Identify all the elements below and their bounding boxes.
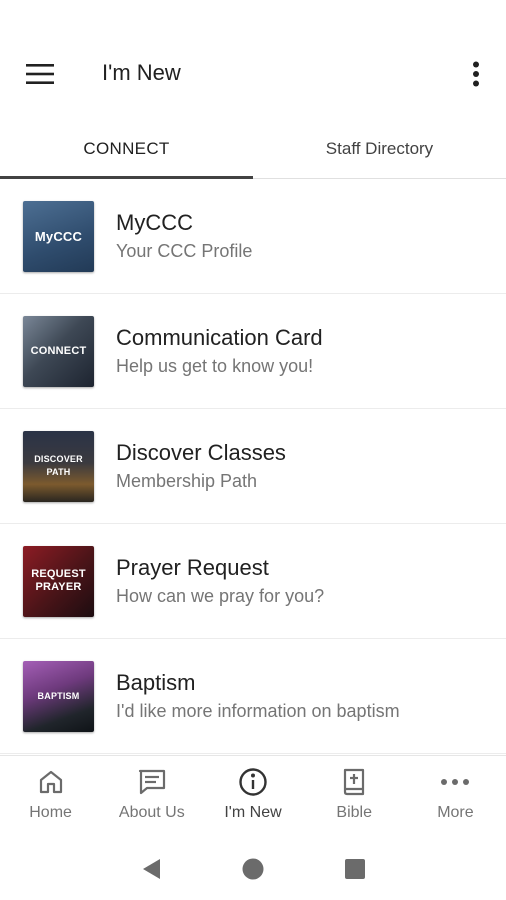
list-item-myccc[interactable]: MyCCC MyCCC Your CCC Profile bbox=[0, 179, 506, 294]
connect-thumbnail: CONNECT bbox=[23, 315, 94, 387]
list-item-subtitle: Your CCC Profile bbox=[116, 241, 253, 261]
screen: I'm New CONNECT Staff Directory MyCCC My… bbox=[0, 0, 506, 900]
list-item-communication-card[interactable]: CONNECT Communication Card Help us get t… bbox=[0, 294, 506, 409]
nav-label: About Us bbox=[118, 804, 185, 821]
system-home-button[interactable] bbox=[238, 854, 268, 884]
home-circle-icon bbox=[242, 858, 264, 879]
page-title: I'm New bbox=[102, 60, 181, 85]
message-square-icon bbox=[138, 769, 165, 795]
list-item-subtitle: How can we pray for you? bbox=[116, 586, 325, 606]
bottom-navigation: Home About Us I'm New Bible More bbox=[0, 755, 506, 837]
list-item-subtitle: Help us get to know you! bbox=[116, 356, 314, 376]
myccc-thumbnail: MyCCC bbox=[23, 200, 94, 272]
overflow-menu-button[interactable] bbox=[458, 54, 494, 94]
system-back-button[interactable] bbox=[136, 854, 166, 884]
list-item-baptism[interactable]: BAPTISM Baptism I'd like more informatio… bbox=[0, 639, 506, 754]
tab-connect[interactable]: CONNECT bbox=[0, 120, 253, 179]
list-item-subtitle: Membership Path bbox=[116, 471, 258, 491]
nav-home[interactable]: Home bbox=[0, 756, 101, 837]
nav-more[interactable]: More bbox=[405, 756, 506, 837]
back-triangle-icon bbox=[143, 858, 160, 879]
nav-about-us[interactable]: About Us bbox=[101, 756, 202, 837]
baptism-thumbnail: BAPTISM bbox=[23, 660, 94, 732]
app-bar: I'm New bbox=[0, 0, 506, 120]
prayer-request-thumbnail: REQUEST PRAYER bbox=[23, 545, 94, 617]
nav-label: Bible bbox=[336, 804, 372, 821]
connect-list: MyCCC MyCCC Your CCC Profile CONNECT Com… bbox=[0, 179, 506, 754]
tab-bar: CONNECT Staff Directory bbox=[0, 120, 506, 179]
nav-im-new[interactable]: I'm New bbox=[202, 756, 303, 837]
discover-path-thumbnail: DISCOVER PATH bbox=[23, 430, 94, 502]
list-item-title: MyCCC bbox=[116, 210, 193, 235]
system-navigation-bar bbox=[0, 837, 506, 900]
more-vertical-icon bbox=[473, 61, 479, 87]
list-item-discover-classes[interactable]: DISCOVER PATH Discover Classes Membershi… bbox=[0, 409, 506, 524]
nav-bible[interactable]: Bible bbox=[304, 756, 405, 837]
recents-square-icon bbox=[345, 858, 365, 879]
hamburger-menu-icon bbox=[26, 64, 54, 84]
nav-label: More bbox=[437, 804, 474, 821]
list-item-subtitle: I'd like more information on baptism bbox=[116, 701, 400, 721]
list-item-title: Baptism bbox=[116, 670, 196, 695]
tab-staff-directory[interactable]: Staff Directory bbox=[253, 120, 506, 178]
more-horizontal-icon bbox=[441, 779, 470, 785]
bible-icon bbox=[344, 768, 365, 796]
list-item-title: Discover Classes bbox=[116, 440, 286, 465]
nav-label: I'm New bbox=[224, 804, 282, 821]
list-item-title: Communication Card bbox=[116, 325, 323, 350]
list-item-title: Prayer Request bbox=[116, 555, 269, 580]
system-recents-button[interactable] bbox=[340, 854, 370, 884]
nav-label: Home bbox=[29, 804, 72, 821]
list-item-prayer-request[interactable]: REQUEST PRAYER Prayer Request How can we… bbox=[0, 524, 506, 639]
menu-button[interactable] bbox=[18, 56, 62, 92]
home-icon bbox=[39, 770, 62, 794]
info-circle-icon bbox=[239, 768, 267, 796]
